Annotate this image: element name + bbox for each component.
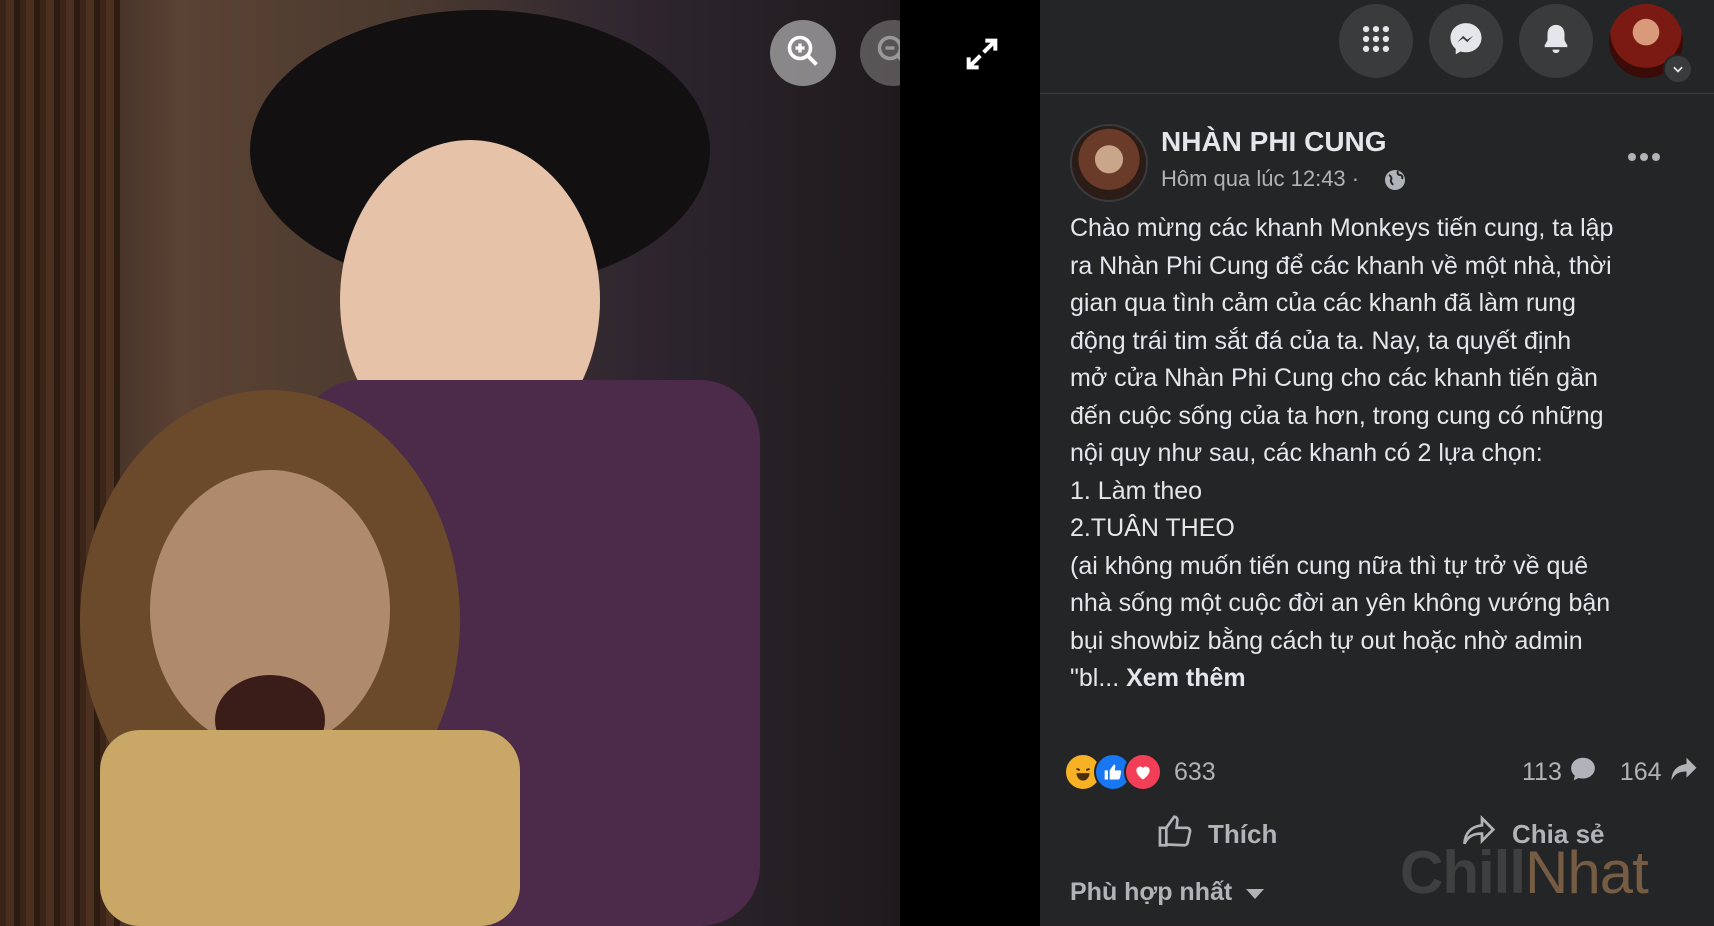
globe-icon <box>1383 168 1407 197</box>
reaction-summary[interactable]: 633 <box>1064 752 1216 792</box>
menu-button[interactable] <box>1339 4 1413 78</box>
zoom-in-icon <box>785 33 821 74</box>
share-icon <box>1662 754 1700 791</box>
reaction-count: 633 <box>1174 757 1216 786</box>
page-avatar[interactable] <box>1070 124 1148 202</box>
caret-down-icon <box>1244 878 1266 907</box>
engagement-stats: 113 164 <box>1500 752 1700 792</box>
zoom-out-icon <box>875 33 900 74</box>
photo-viewer <box>0 0 1040 926</box>
top-bar <box>1040 0 1714 94</box>
grid-menu-icon <box>1359 22 1393 61</box>
sort-label: Phù hợp nhất <box>1070 878 1233 906</box>
notifications-button[interactable] <box>1519 4 1593 78</box>
expand-icon <box>962 38 1002 78</box>
like-label: Thích <box>1208 818 1278 849</box>
bell-icon <box>1539 22 1573 61</box>
see-more-link[interactable]: Xem thêm <box>1126 664 1245 692</box>
messenger-icon <box>1447 20 1485 63</box>
more-icon <box>1627 149 1661 167</box>
chevron-down-icon[interactable] <box>1663 54 1693 84</box>
fullscreen-button[interactable] <box>962 34 1002 74</box>
post-text: Chào mừng các khanh Monkeys tiến cung, t… <box>1070 210 1690 698</box>
messenger-button[interactable] <box>1429 4 1503 78</box>
photo-illustration <box>80 10 760 926</box>
post-body-text: Chào mừng các khanh Monkeys tiến cung, t… <box>1070 214 1614 692</box>
zoom-in-button[interactable] <box>770 20 836 86</box>
love-reaction-icon <box>1124 753 1162 791</box>
thumbs-up-icon <box>1156 812 1208 857</box>
more-options-button[interactable] <box>1620 140 1668 176</box>
page-name[interactable]: NHÀN PHI CUNG <box>1161 126 1387 158</box>
comment-sort-dropdown[interactable]: Phù hợp nhất <box>1070 878 1266 907</box>
comment-count-link[interactable]: 113 <box>1522 754 1598 791</box>
watermark-logo: ChillNhat <box>1400 839 1649 906</box>
post-photo[interactable] <box>0 0 900 926</box>
post-panel: NHÀN PHI CUNG Hôm qua lúc 12:43 · Chào m… <box>1040 0 1714 926</box>
share-count: 164 <box>1619 757 1662 786</box>
share-count-link[interactable]: 164 <box>1620 754 1700 791</box>
like-button[interactable]: Thích <box>1156 808 1277 860</box>
post-timestamp[interactable]: Hôm qua lúc 12:43 · <box>1161 166 1359 192</box>
comment-icon <box>1562 754 1598 791</box>
comment-count: 113 <box>1522 757 1562 786</box>
